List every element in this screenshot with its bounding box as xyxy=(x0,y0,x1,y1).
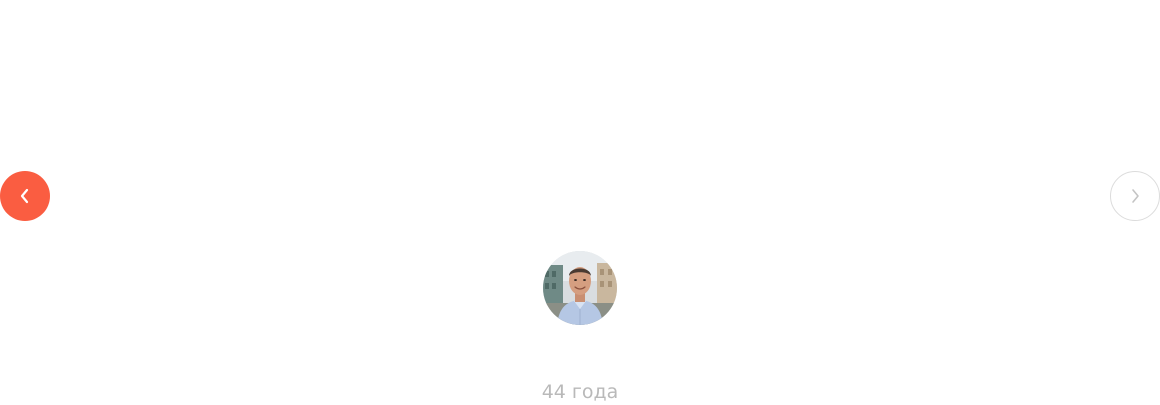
avatar xyxy=(543,251,617,325)
carousel-next-button[interactable] xyxy=(1110,171,1160,221)
person-photo-icon xyxy=(543,251,617,325)
profile-age: 44 года xyxy=(541,381,619,403)
chevron-left-icon xyxy=(18,187,32,205)
chevron-right-icon xyxy=(1128,187,1142,205)
carousel-prev-button[interactable] xyxy=(0,171,50,221)
